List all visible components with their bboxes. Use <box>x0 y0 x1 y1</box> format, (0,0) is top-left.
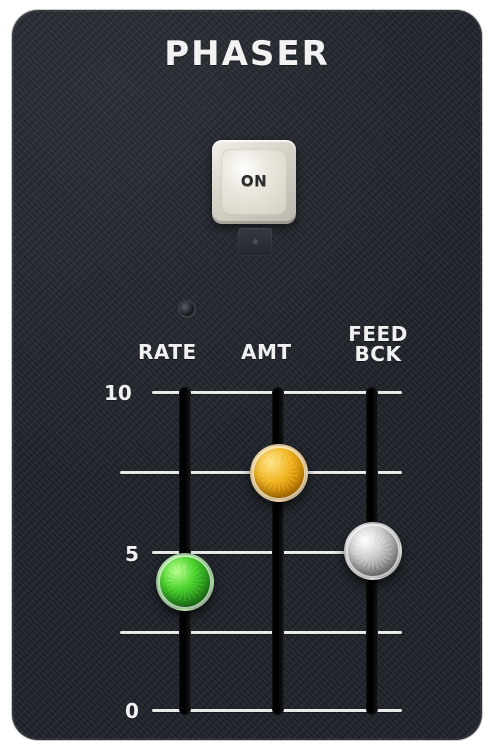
feedback-label-line1: FEED <box>348 322 408 346</box>
amt-label: AMT <box>241 340 292 364</box>
phaser-panel: PHASER ON RATE AMT FEED BCK 10 5 0 <box>12 10 482 740</box>
scale-line-2-5 <box>120 631 402 634</box>
feedback-label-line2: BCK <box>354 342 402 366</box>
feedback-label: FEED BCK <box>336 324 420 364</box>
scale-label-5: 5 <box>125 542 139 566</box>
rate-label: RATE <box>138 340 197 364</box>
on-button[interactable]: ON <box>212 140 296 224</box>
amt-slider-track[interactable] <box>272 387 284 715</box>
feedback-slider-knob[interactable] <box>344 522 402 580</box>
on-button-label: ON <box>240 172 268 190</box>
phaser-title: PHASER <box>164 34 330 74</box>
rate-slider-track[interactable] <box>179 387 191 715</box>
amt-slider-knob[interactable] <box>250 444 308 502</box>
rate-led-indicator <box>180 302 194 316</box>
rate-slider-knob[interactable] <box>156 553 214 611</box>
scale-label-10: 10 <box>104 381 132 405</box>
on-status-led <box>238 228 272 256</box>
scale-label-0: 0 <box>125 699 139 723</box>
